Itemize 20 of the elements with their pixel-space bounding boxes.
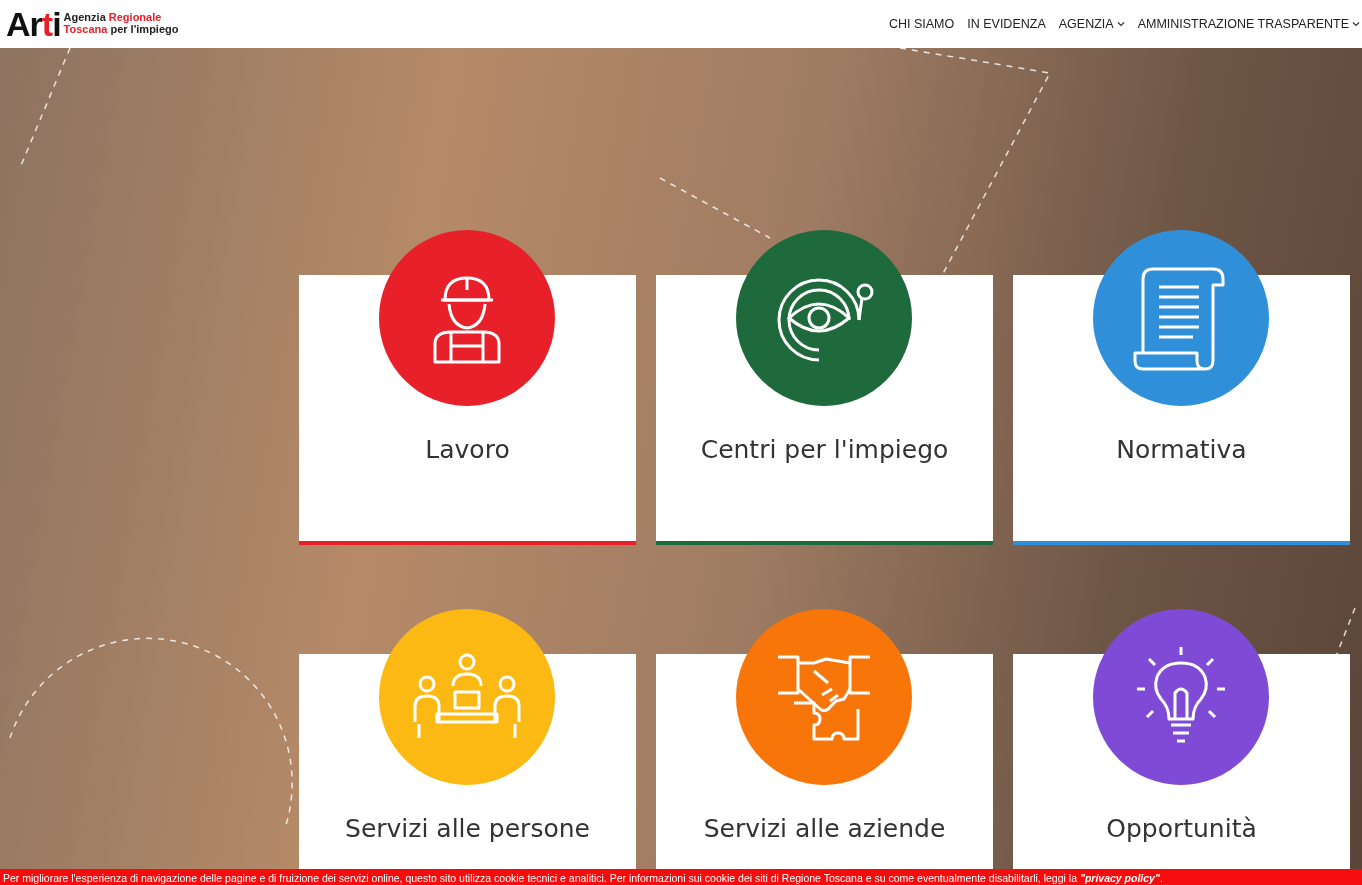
card-title: Lavoro <box>424 435 511 464</box>
nav-link[interactable]: AMMINISTRAZIONE TRASPARENTE <box>1137 17 1360 31</box>
tagline: Agenzia Regionale Toscana per l'impiego <box>63 12 179 36</box>
category-card[interactable]: Opportunità <box>1013 609 1350 869</box>
card-title: Servizi alle aziende <box>702 814 947 843</box>
card-title: Centri per l'impiego <box>699 435 950 464</box>
privacy-policy-link[interactable]: "privacy policy" <box>1079 872 1160 884</box>
category-card[interactable]: Servizi alle aziende <box>656 609 993 869</box>
category-card[interactable]: Centri per l'impiego <box>656 230 993 545</box>
category-card[interactable]: Lavoro <box>299 230 636 545</box>
card-title: Servizi alle persone <box>344 814 591 843</box>
card-title: Opportunità <box>1105 814 1258 843</box>
category-card[interactable]: Normativa <box>1013 230 1350 545</box>
logo[interactable]: Arti <box>6 7 61 41</box>
cookie-notice-text: Per migliorare l'esperienza di navigazione delle pagine e di fruizione dei servizi online, questo sito utilizza cookie tecnici e analitici. Per informazioni sui cookie dei siti di Regione Toscana e su come eventualmente disabilitarli, leggi la "privacy policy". <box>2 871 1164 885</box>
category-card[interactable]: Servizi alle persone <box>299 609 636 869</box>
nav-link[interactable]: IN EVIDENZA <box>967 17 1046 31</box>
nav-link[interactable]: AGENZIA <box>1058 17 1125 31</box>
card-title: Normativa <box>1115 435 1248 464</box>
nav-link[interactable]: CHI SIAMO <box>888 17 955 31</box>
